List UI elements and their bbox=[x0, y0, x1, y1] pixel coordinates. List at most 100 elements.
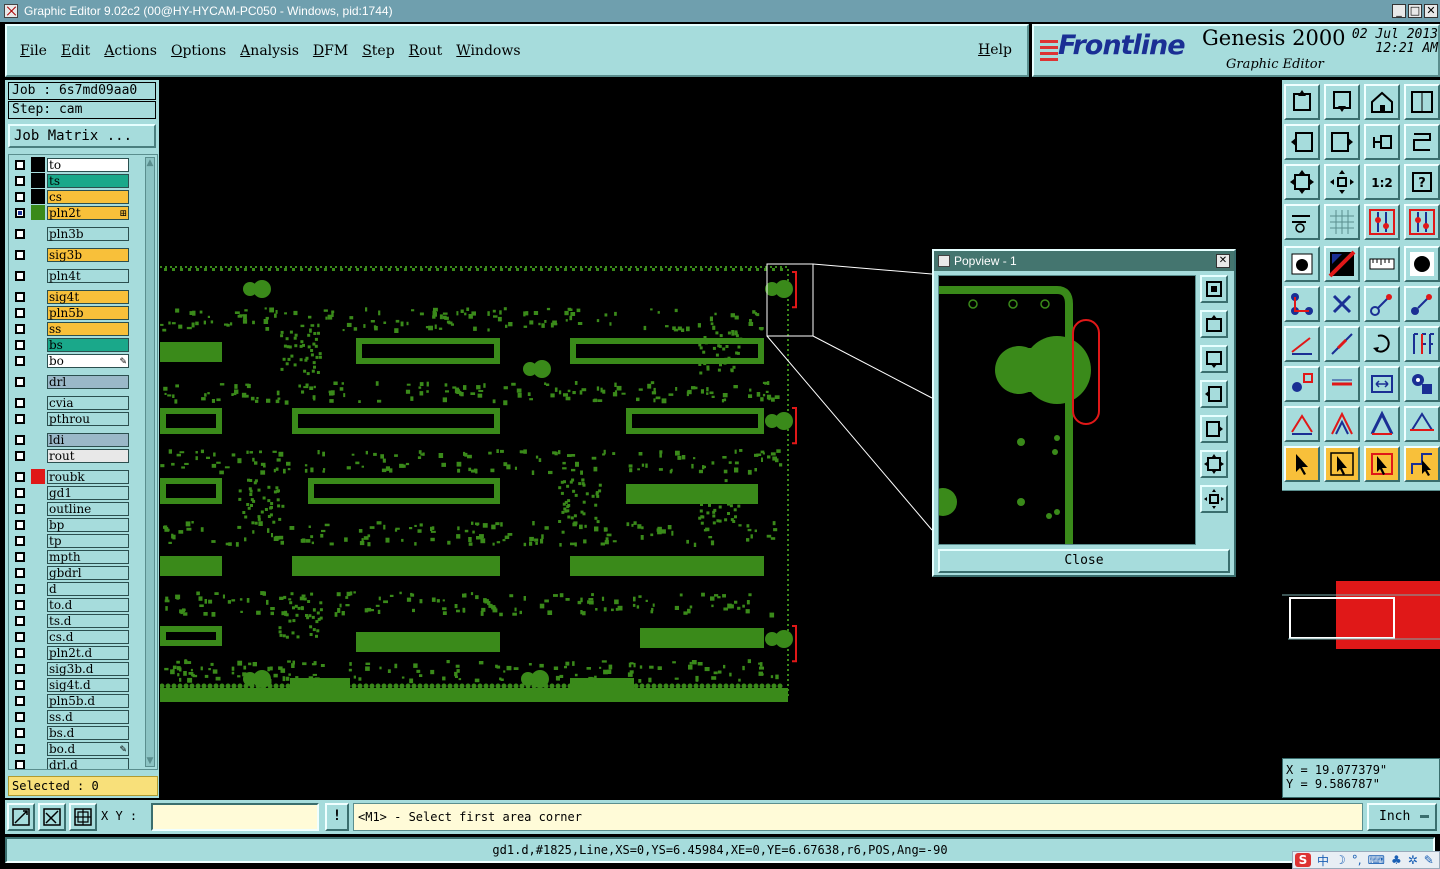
chinese-input-icon[interactable]: 中 bbox=[1317, 852, 1329, 869]
layer-name[interactable]: sig4t.d bbox=[47, 677, 129, 692]
layer-row[interactable]: drl bbox=[9, 374, 131, 389]
popview-pan-up-tool[interactable] bbox=[1200, 310, 1228, 338]
layer-row[interactable]: sig3b.d bbox=[9, 661, 131, 676]
layer-checkbox[interactable] bbox=[15, 191, 25, 202]
select-route-tool[interactable] bbox=[1404, 446, 1440, 482]
layer-color-swatch[interactable] bbox=[31, 268, 45, 283]
line-tool[interactable] bbox=[1284, 326, 1320, 362]
layer-checkbox[interactable] bbox=[15, 471, 25, 482]
layer-row[interactable]: cs bbox=[9, 189, 131, 204]
triangle-line-tool[interactable] bbox=[1404, 406, 1440, 442]
pan-left-tool[interactable] bbox=[1284, 124, 1320, 160]
layer-row[interactable]: bp bbox=[9, 517, 131, 532]
select-tool[interactable] bbox=[1284, 446, 1320, 482]
layer-color-swatch[interactable] bbox=[31, 661, 45, 676]
circle-tool[interactable] bbox=[1404, 246, 1440, 282]
layer-name[interactable]: drl bbox=[47, 374, 129, 389]
layer-checkbox[interactable] bbox=[15, 228, 25, 239]
layer-checkbox[interactable] bbox=[15, 759, 25, 769]
layer-color-swatch[interactable] bbox=[31, 709, 45, 724]
layer-checkbox[interactable] bbox=[15, 631, 25, 642]
punctuation-icon[interactable]: °, bbox=[1352, 853, 1362, 867]
layer-name[interactable]: tp bbox=[47, 533, 129, 548]
menu-actions[interactable]: Actions bbox=[104, 43, 157, 59]
layer-checkbox[interactable] bbox=[15, 487, 25, 498]
layer-row[interactable]: gd1 bbox=[9, 485, 131, 500]
mirror-tool[interactable] bbox=[1404, 326, 1440, 362]
layer-name[interactable]: ts bbox=[47, 173, 129, 188]
layer-color-swatch[interactable] bbox=[31, 597, 45, 612]
layer-color-swatch[interactable] bbox=[31, 469, 45, 484]
layer-color-swatch[interactable] bbox=[31, 741, 45, 756]
layer-name[interactable]: cs.d bbox=[47, 629, 129, 644]
layer-color-swatch[interactable] bbox=[31, 432, 45, 447]
cross-tool[interactable] bbox=[1324, 286, 1360, 322]
resize-tool[interactable] bbox=[1364, 366, 1400, 402]
snap-tool-button[interactable] bbox=[7, 803, 35, 831]
layer-checkbox[interactable] bbox=[15, 355, 25, 366]
layer-name[interactable]: ss bbox=[47, 321, 129, 336]
overview-map[interactable] bbox=[1282, 490, 1440, 758]
dot-plus-tool[interactable] bbox=[1284, 366, 1320, 402]
menu-file[interactable]: File bbox=[20, 43, 47, 59]
popview-zoom-center-tool[interactable] bbox=[1200, 485, 1228, 513]
layer-row[interactable]: pln2t.d bbox=[9, 645, 131, 660]
zoom-in-tool[interactable] bbox=[1324, 84, 1360, 120]
popview-pan-left-tool[interactable] bbox=[1200, 380, 1228, 408]
layer-name[interactable]: outline bbox=[47, 501, 129, 516]
layer-color-swatch[interactable] bbox=[31, 353, 45, 368]
layer-name[interactable]: pln5b.d bbox=[47, 693, 129, 708]
layer-name[interactable]: rout bbox=[47, 448, 129, 463]
select-arrow-tool[interactable] bbox=[1364, 446, 1400, 482]
layer-color-swatch[interactable] bbox=[31, 411, 45, 426]
layer-checkbox[interactable] bbox=[15, 615, 25, 626]
measure-tool[interactable] bbox=[1284, 204, 1320, 240]
layer-row[interactable]: bo ✎ bbox=[9, 353, 131, 368]
layer-name[interactable]: pln2t.d bbox=[47, 645, 129, 660]
layer-row[interactable]: ts bbox=[9, 173, 131, 188]
menu-step[interactable]: Step bbox=[362, 43, 394, 59]
layer-name[interactable]: to bbox=[47, 157, 129, 172]
layer-color-swatch[interactable] bbox=[31, 533, 45, 548]
ruler-tool[interactable] bbox=[1364, 246, 1400, 282]
keyboard-icon[interactable]: ⌨ bbox=[1368, 853, 1385, 867]
layer-color-swatch[interactable] bbox=[31, 448, 45, 463]
layer-row[interactable]: pln5b bbox=[9, 305, 131, 320]
layer-name[interactable]: gbdrl bbox=[47, 565, 129, 580]
center-tool[interactable] bbox=[1324, 164, 1360, 200]
layer-color-swatch[interactable] bbox=[31, 374, 45, 389]
layer-name[interactable]: cvia bbox=[47, 395, 129, 410]
layer-color-swatch[interactable] bbox=[31, 321, 45, 336]
layer-row[interactable]: sig4t.d bbox=[9, 677, 131, 692]
move-node-tool[interactable] bbox=[1364, 286, 1400, 322]
menu-dfm[interactable]: DFM bbox=[313, 43, 348, 59]
menu-edit[interactable]: Edit bbox=[61, 43, 90, 59]
layer-checkbox[interactable] bbox=[15, 291, 25, 302]
layer-name[interactable]: drl.d bbox=[47, 757, 129, 769]
layer-name[interactable]: roubk bbox=[47, 469, 129, 484]
layer-color-swatch[interactable] bbox=[31, 289, 45, 304]
layer-row[interactable]: mpth bbox=[9, 549, 131, 564]
layer-color-swatch[interactable] bbox=[31, 189, 45, 204]
layer-row[interactable]: pthrou bbox=[9, 411, 131, 426]
popview-pan-right-tool[interactable] bbox=[1200, 415, 1228, 443]
layer-color-swatch[interactable] bbox=[31, 501, 45, 516]
layer-name[interactable]: ss.d bbox=[47, 709, 129, 724]
layer-checkbox[interactable] bbox=[15, 519, 25, 530]
layer-color-swatch[interactable] bbox=[31, 757, 45, 769]
layer-list-scrollbar[interactable]: ▲ ▼ bbox=[145, 157, 155, 767]
layer-row[interactable]: pln2t ⊞ bbox=[9, 205, 131, 220]
layer-checkbox[interactable] bbox=[15, 413, 25, 424]
layer-checkbox[interactable] bbox=[15, 249, 25, 260]
layer-checkbox[interactable] bbox=[15, 270, 25, 281]
exclamation-button[interactable]: ! bbox=[325, 803, 349, 831]
menu-rout[interactable]: Rout bbox=[409, 43, 443, 59]
layer-name[interactable]: to.d bbox=[47, 597, 129, 612]
user-icon[interactable]: ♣ bbox=[1391, 853, 1402, 867]
maximize-button[interactable]: □ bbox=[1408, 4, 1422, 18]
pan-right-tool[interactable] bbox=[1324, 124, 1360, 160]
add-line-tool[interactable] bbox=[1404, 286, 1440, 322]
layer-checkbox[interactable] bbox=[15, 175, 25, 186]
layer-checkbox[interactable] bbox=[15, 535, 25, 546]
layer-row[interactable]: ss.d bbox=[9, 709, 131, 724]
